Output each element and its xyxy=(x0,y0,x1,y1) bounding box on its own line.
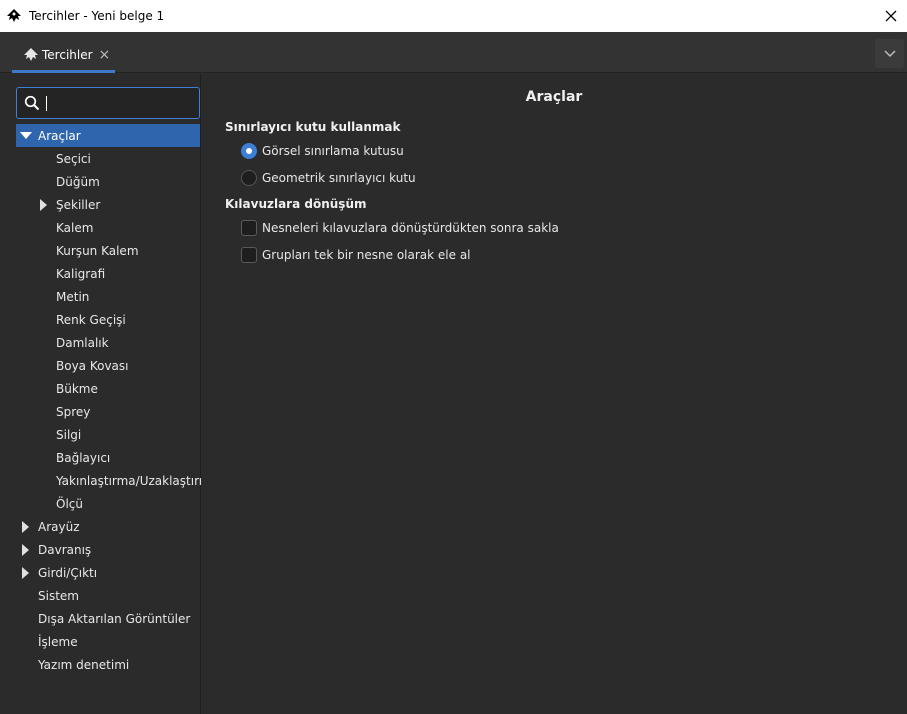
tree-item-behavior[interactable]: Davranış xyxy=(16,538,200,561)
tree-item-text[interactable]: Metin xyxy=(16,285,200,308)
tree-item-spray[interactable]: Sprey xyxy=(16,400,200,423)
tree-item-label: Bağlayıcı xyxy=(56,450,111,465)
preferences-sidebar: Araçlar Seçici Düğüm Şekiller Kalem Kurş… xyxy=(0,74,218,714)
tree-item-label: Damlalık xyxy=(56,335,109,350)
tree-item-label: Dışa Aktarılan Görüntüler xyxy=(38,611,191,626)
tree-item-shapes[interactable]: Şekiller xyxy=(16,193,200,216)
tree-item-tools[interactable]: Araçlar xyxy=(16,124,200,147)
tree-item-input-output[interactable]: Girdi/Çıktı xyxy=(16,561,200,584)
radio-label: Görsel sınırlama kutusu xyxy=(262,144,404,158)
tree-item-zoom[interactable]: Yakınlaştırma/Uzaklaştırma xyxy=(16,469,218,492)
tree-item-exported-images[interactable]: Dışa Aktarılan Görüntüler xyxy=(16,607,200,630)
collapsed-arrow-icon[interactable] xyxy=(20,566,32,579)
checkbox-label: Nesneleri kılavuzlara dönüştürdükten son… xyxy=(262,221,559,235)
tree-item-label: Araçlar xyxy=(38,128,81,143)
checkbox-label: Grupları tek bir nesne olarak ele al xyxy=(262,248,471,262)
tree-item-label: Metin xyxy=(56,289,90,304)
expanded-arrow-icon[interactable] xyxy=(20,130,32,142)
tree-item-system[interactable]: Sistem xyxy=(16,584,200,607)
active-tab-indicator xyxy=(12,70,115,73)
search-input[interactable] xyxy=(46,96,186,110)
tree-item-selector[interactable]: Seçici xyxy=(16,147,200,170)
tree-item-label: İşleme xyxy=(38,634,78,649)
tree-item-label: Kaligrafi xyxy=(56,266,106,281)
guides-section-heading: Kılavuzlara dönüşüm xyxy=(225,197,367,211)
tree-item-pen[interactable]: Kalem xyxy=(16,216,200,239)
radio-unselected[interactable] xyxy=(241,170,257,186)
tree-item-label: Bükme xyxy=(56,381,98,396)
tree-item-label: Şekiller xyxy=(56,197,101,212)
tree-item-label: Kalem xyxy=(56,220,94,235)
tab-preferences[interactable]: Tercihler × xyxy=(12,37,115,73)
inkscape-icon xyxy=(5,7,23,25)
tree-item-label: Kurşun Kalem xyxy=(56,243,139,258)
keep-objects-option[interactable]: Nesneleri kılavuzlara dönüştürdükten son… xyxy=(241,220,559,236)
tree-item-label: Renk Geçişi xyxy=(56,312,126,327)
tab-menu-button[interactable] xyxy=(875,39,904,68)
chevron-down-icon xyxy=(883,49,896,57)
tree-item-label: Arayüz xyxy=(38,519,80,534)
tree-item-label: Düğüm xyxy=(56,174,100,189)
title-bar: Tercihler - Yeni belge 1 xyxy=(0,0,907,32)
close-window-icon[interactable] xyxy=(875,0,907,32)
radio-selected[interactable] xyxy=(241,143,257,159)
tree-item-measure[interactable]: Ölçü xyxy=(16,492,200,515)
checkbox[interactable] xyxy=(241,220,257,236)
treat-groups-option[interactable]: Grupları tek bir nesne olarak ele al xyxy=(241,247,471,263)
tree-item-eraser[interactable]: Silgi xyxy=(16,423,200,446)
tree-item-interface[interactable]: Arayüz xyxy=(16,515,200,538)
tree-item-label: Yazım denetimi xyxy=(38,657,130,672)
tree-item-label: Sprey xyxy=(56,404,91,419)
tab-label: Tercihler xyxy=(42,48,93,62)
tree-item-dropper[interactable]: Damlalık xyxy=(16,331,200,354)
bbox-section-heading: Sınırlayıcı kutu kullanmak xyxy=(225,120,401,134)
visual-bbox-option[interactable]: Görsel sınırlama kutusu xyxy=(241,143,404,159)
tree-item-label: Sistem xyxy=(38,588,79,603)
inkscape-icon xyxy=(23,47,39,63)
radio-label: Geometrik sınırlayıcı kutu xyxy=(262,171,416,185)
tree-item-label: Ölçü xyxy=(56,496,83,511)
preferences-tree: Araçlar Seçici Düğüm Şekiller Kalem Kurş… xyxy=(16,124,218,676)
tree-item-label: Seçici xyxy=(56,151,91,166)
page-title: Araçlar xyxy=(525,89,583,105)
tree-item-pencil[interactable]: Kurşun Kalem xyxy=(16,239,200,262)
collapsed-arrow-icon[interactable] xyxy=(20,520,32,533)
tree-item-label: Silgi xyxy=(56,427,82,442)
tree-item-label: Boya Kovası xyxy=(56,358,129,373)
tree-item-paint-bucket[interactable]: Boya Kovası xyxy=(16,354,200,377)
tree-item-spellcheck[interactable]: Yazım denetimi xyxy=(16,653,200,676)
collapsed-arrow-icon[interactable] xyxy=(20,543,32,556)
tab-close-icon[interactable]: × xyxy=(99,48,111,62)
geometric-bbox-option[interactable]: Geometrik sınırlayıcı kutu xyxy=(241,170,416,186)
tree-item-label: Yakınlaştırma/Uzaklaştırma xyxy=(56,473,218,488)
search-box[interactable] xyxy=(16,87,200,119)
tab-bar: Tercihler × xyxy=(0,32,907,73)
text-cursor xyxy=(46,95,47,111)
tree-item-node[interactable]: Düğüm xyxy=(16,170,200,193)
tree-item-connector[interactable]: Bağlayıcı xyxy=(16,446,200,469)
tree-item-rendering[interactable]: İşleme xyxy=(16,630,200,653)
search-icon xyxy=(24,95,40,111)
tree-item-label: Davranış xyxy=(38,542,92,557)
tree-item-gradient[interactable]: Renk Geçişi xyxy=(16,308,200,331)
collapsed-arrow-icon[interactable] xyxy=(38,198,50,211)
preferences-content: Araçlar Sınırlayıcı kutu kullanmak Görse… xyxy=(201,74,907,714)
tree-item-label: Girdi/Çıktı xyxy=(38,565,98,580)
tree-item-tweak[interactable]: Bükme xyxy=(16,377,200,400)
window-title: Tercihler - Yeni belge 1 xyxy=(29,9,165,23)
tree-item-calligraphy[interactable]: Kaligrafi xyxy=(16,262,200,285)
checkbox[interactable] xyxy=(241,247,257,263)
